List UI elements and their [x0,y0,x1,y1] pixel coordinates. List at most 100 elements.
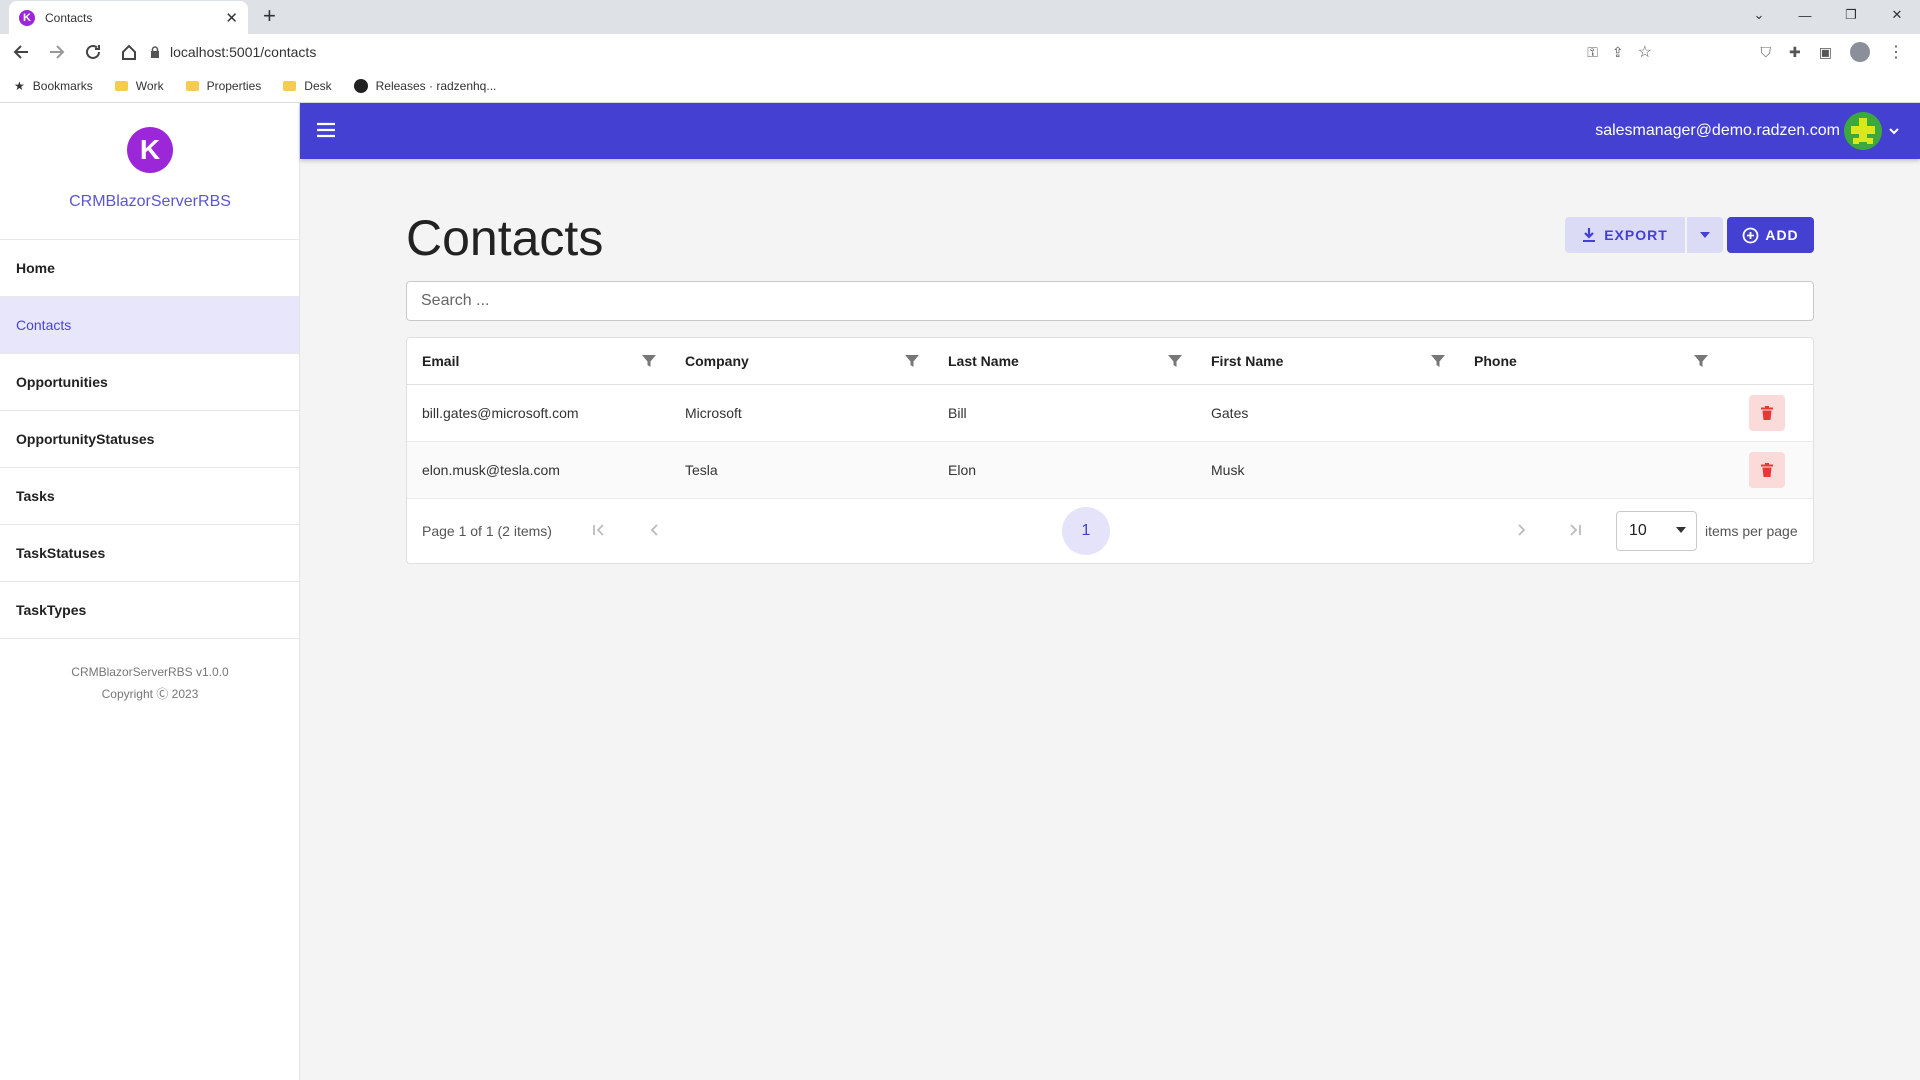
filter-icon[interactable] [642,354,656,368]
bookmark-item[interactable]: Properties [185,79,261,93]
github-icon [353,79,368,93]
add-label: ADD [1765,227,1799,243]
page-size-select[interactable]: 10 [1616,511,1697,551]
trash-icon [1761,406,1773,420]
add-button[interactable]: ADD [1727,217,1814,253]
sidebar-item-task-types[interactable]: TaskTypes [0,582,299,639]
sidebar-item-home[interactable]: Home [0,240,299,297]
profile-avatar-icon[interactable] [1850,42,1870,62]
cell-last-name: Elon [948,462,977,478]
cell-company: Tesla [685,462,718,478]
menu-dots-icon[interactable]: ⋮ [1888,42,1904,62]
previous-page-icon[interactable] [647,522,663,538]
pager: Page 1 of 1 (2 items) 1 10 items per pag… [407,499,1813,563]
folder-icon [283,81,297,91]
star-icon: ★ [14,79,25,93]
pager-info: Page 1 of 1 (2 items) [422,523,552,539]
export-button[interactable]: EXPORT [1565,217,1685,253]
forward-icon[interactable] [42,37,72,67]
search-input[interactable] [406,281,1814,321]
bookmark-item[interactable]: Work [114,79,164,93]
column-header-first-name[interactable]: First Name [1196,353,1459,369]
puzzle-icon[interactable]: ✚ [1789,44,1801,61]
address-bar[interactable]: localhost:5001/contacts ⚿ ⇪ ☆ [140,38,1660,66]
sidebar-item-task-statuses[interactable]: TaskStatuses [0,525,299,582]
delete-button[interactable] [1749,452,1785,488]
contacts-grid: Email Company Last Name First Name Phone… [406,337,1814,564]
lock-icon [151,46,159,58]
tab-title: Contacts [45,10,93,25]
shield-icon[interactable]: ⛉ [1761,44,1772,61]
window-controls: ⌄ — ❐ ✕ [1736,0,1920,30]
app-name: CRMBlazorServerRBS [69,193,231,210]
sidebar-item-tasks[interactable]: Tasks [0,468,299,525]
table-row[interactable]: elon.musk@tesla.com Tesla Elon Musk [407,442,1813,499]
cell-first-name: Musk [1211,462,1245,478]
share-icon[interactable]: ⇪ [1612,44,1624,61]
filter-icon[interactable] [905,354,919,368]
first-page-icon[interactable] [591,522,607,538]
cell-email: bill.gates@microsoft.com [422,405,579,421]
folder-icon [114,81,128,91]
chevron-down-icon [1888,125,1900,137]
user-email: salesmanager@demo.radzen.com [1595,122,1840,139]
minimize-icon[interactable]: — [1782,8,1828,23]
bookmark-item[interactable]: Releases · radzenhq... [353,79,496,93]
bookmark-item[interactable]: Desk [283,79,332,93]
browser-chrome: K Contacts ✕ + ⌄ — ❐ ✕ localhost:5001/co… [0,0,1920,103]
delete-button[interactable] [1749,395,1785,431]
filter-icon[interactable] [1694,354,1708,368]
column-header-company[interactable]: Company [670,353,933,369]
table-row[interactable]: bill.gates@microsoft.com Microsoft Bill … [407,385,1813,442]
page-number-button[interactable]: 1 [1062,507,1110,555]
sidepanel-icon[interactable]: ▣ [1819,44,1832,61]
app-version: CRMBlazorServerRBS v1.0.0 [71,665,229,679]
next-page-icon[interactable] [1513,522,1529,538]
cell-last-name: Bill [948,405,967,421]
filter-icon[interactable] [1431,354,1445,368]
url-text: localhost:5001/contacts [170,44,317,60]
tab-search-icon[interactable]: ⌄ [1736,7,1782,23]
export-label: EXPORT [1604,227,1668,243]
sidebar-item-opportunity-statuses[interactable]: OpportunityStatuses [0,411,299,468]
page-title: Contacts [406,210,604,266]
app-logo: K [127,127,173,173]
export-dropdown-button[interactable] [1687,217,1723,253]
items-per-page-label: items per page [1705,523,1798,539]
trash-icon [1761,463,1773,477]
page-size-value: 10 [1629,522,1647,539]
column-header-last-name[interactable]: Last Name [933,353,1196,369]
caret-down-icon [1676,527,1686,533]
browser-tab[interactable]: K Contacts ✕ [9,1,248,34]
star-icon[interactable]: ☆ [1638,42,1652,62]
cell-company: Microsoft [685,405,742,421]
last-page-icon[interactable] [1567,522,1583,538]
column-header-email[interactable]: Email [407,353,670,369]
sidebar-nav: Home Contacts Opportunities OpportunityS… [0,239,299,639]
tab-favicon: K [19,9,35,26]
tab-close-icon[interactable]: ✕ [225,9,238,27]
reload-icon[interactable] [78,37,108,67]
back-icon[interactable] [6,37,36,67]
hamburger-menu-icon[interactable] [315,119,337,141]
browser-toolbar: localhost:5001/contacts ⚿ ⇪ ☆ ⛉ ✚ ▣ ⋮ [0,34,1920,70]
tab-strip: K Contacts ✕ + ⌄ — ❐ ✕ [0,0,1920,34]
bookmarks-bar: ★ Bookmarks Work Properties Desk Releases… [0,70,1920,103]
key-icon[interactable]: ⚿ [1587,44,1598,61]
column-header-phone[interactable]: Phone [1459,353,1722,369]
user-menu[interactable]: salesmanager@demo.radzen.com [1595,110,1900,152]
new-tab-icon[interactable]: + [263,5,276,27]
sidebar-footer: CRMBlazorServerRBS v1.0.0 Copyright Ⓒ 20… [0,661,300,705]
filter-icon[interactable] [1168,354,1182,368]
restore-icon[interactable]: ❐ [1828,7,1874,23]
caret-down-icon [1700,232,1710,238]
sidebar-item-contacts[interactable]: Contacts [0,297,299,354]
download-icon [1583,228,1596,242]
sidebar-item-opportunities[interactable]: Opportunities [0,354,299,411]
app-header: salesmanager@demo.radzen.com [300,103,1920,159]
cell-email: elon.musk@tesla.com [422,462,560,478]
folder-icon [185,81,199,91]
close-window-icon[interactable]: ✕ [1874,7,1920,23]
copyright: Copyright Ⓒ 2023 [101,687,199,701]
bookmark-item[interactable]: ★ Bookmarks [14,79,93,93]
